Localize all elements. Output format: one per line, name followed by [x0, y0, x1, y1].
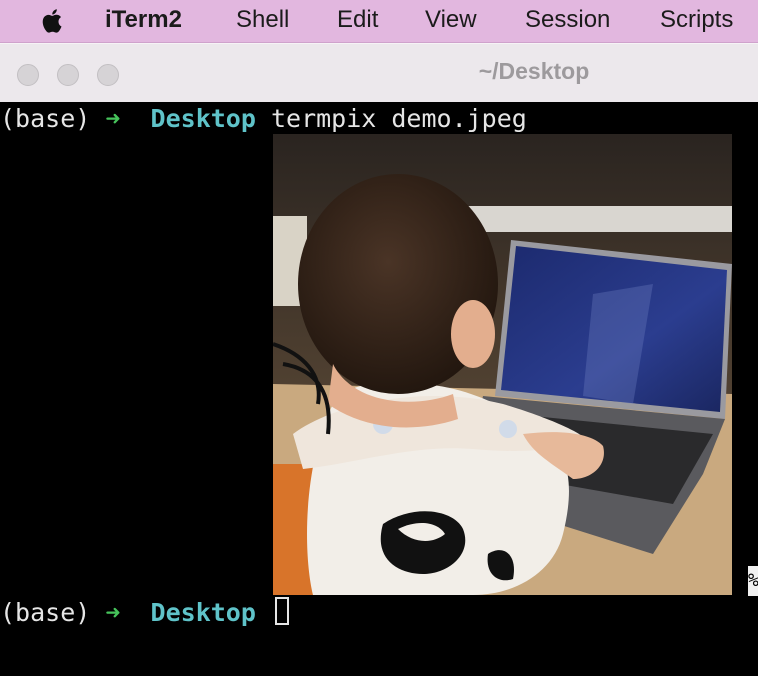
menu-app-name[interactable]: iTerm2 — [105, 0, 182, 42]
prompt-arrow-icon: ➜ — [105, 104, 121, 133]
prompt-directory: Desktop — [150, 598, 256, 627]
menu-bar: iTerm2 Shell Edit View Session Scripts — [0, 0, 758, 43]
menu-item-shell[interactable]: Shell — [236, 0, 289, 42]
window-title: ~/Desktop — [478, 58, 590, 84]
photo-of-child-at-laptop-icon — [273, 134, 732, 595]
rendered-image — [273, 134, 732, 595]
prompt-env: (base) — [0, 598, 91, 627]
text-cursor[interactable] — [274, 597, 289, 625]
prompt-arrow-icon: ➜ — [105, 598, 121, 627]
terminal-line-prompt: (base) ➜ Desktop — [0, 596, 289, 630]
menu-item-session[interactable]: Session — [525, 0, 610, 42]
menu-item-edit[interactable]: Edit — [337, 0, 378, 42]
prompt-directory: Desktop — [150, 104, 256, 133]
overflow-marker: % — [748, 566, 758, 596]
window-title-bar[interactable]: ~/Desktop — [0, 43, 758, 102]
menu-item-scripts[interactable]: Scripts — [660, 0, 733, 42]
apple-logo-icon[interactable] — [38, 6, 68, 36]
terminal-line-command: (base) ➜ Desktop termpix demo.jpeg — [0, 102, 527, 136]
command-text: termpix demo.jpeg — [270, 104, 527, 133]
menu-item-view[interactable]: View — [425, 0, 477, 42]
prompt-env: (base) — [0, 104, 91, 133]
